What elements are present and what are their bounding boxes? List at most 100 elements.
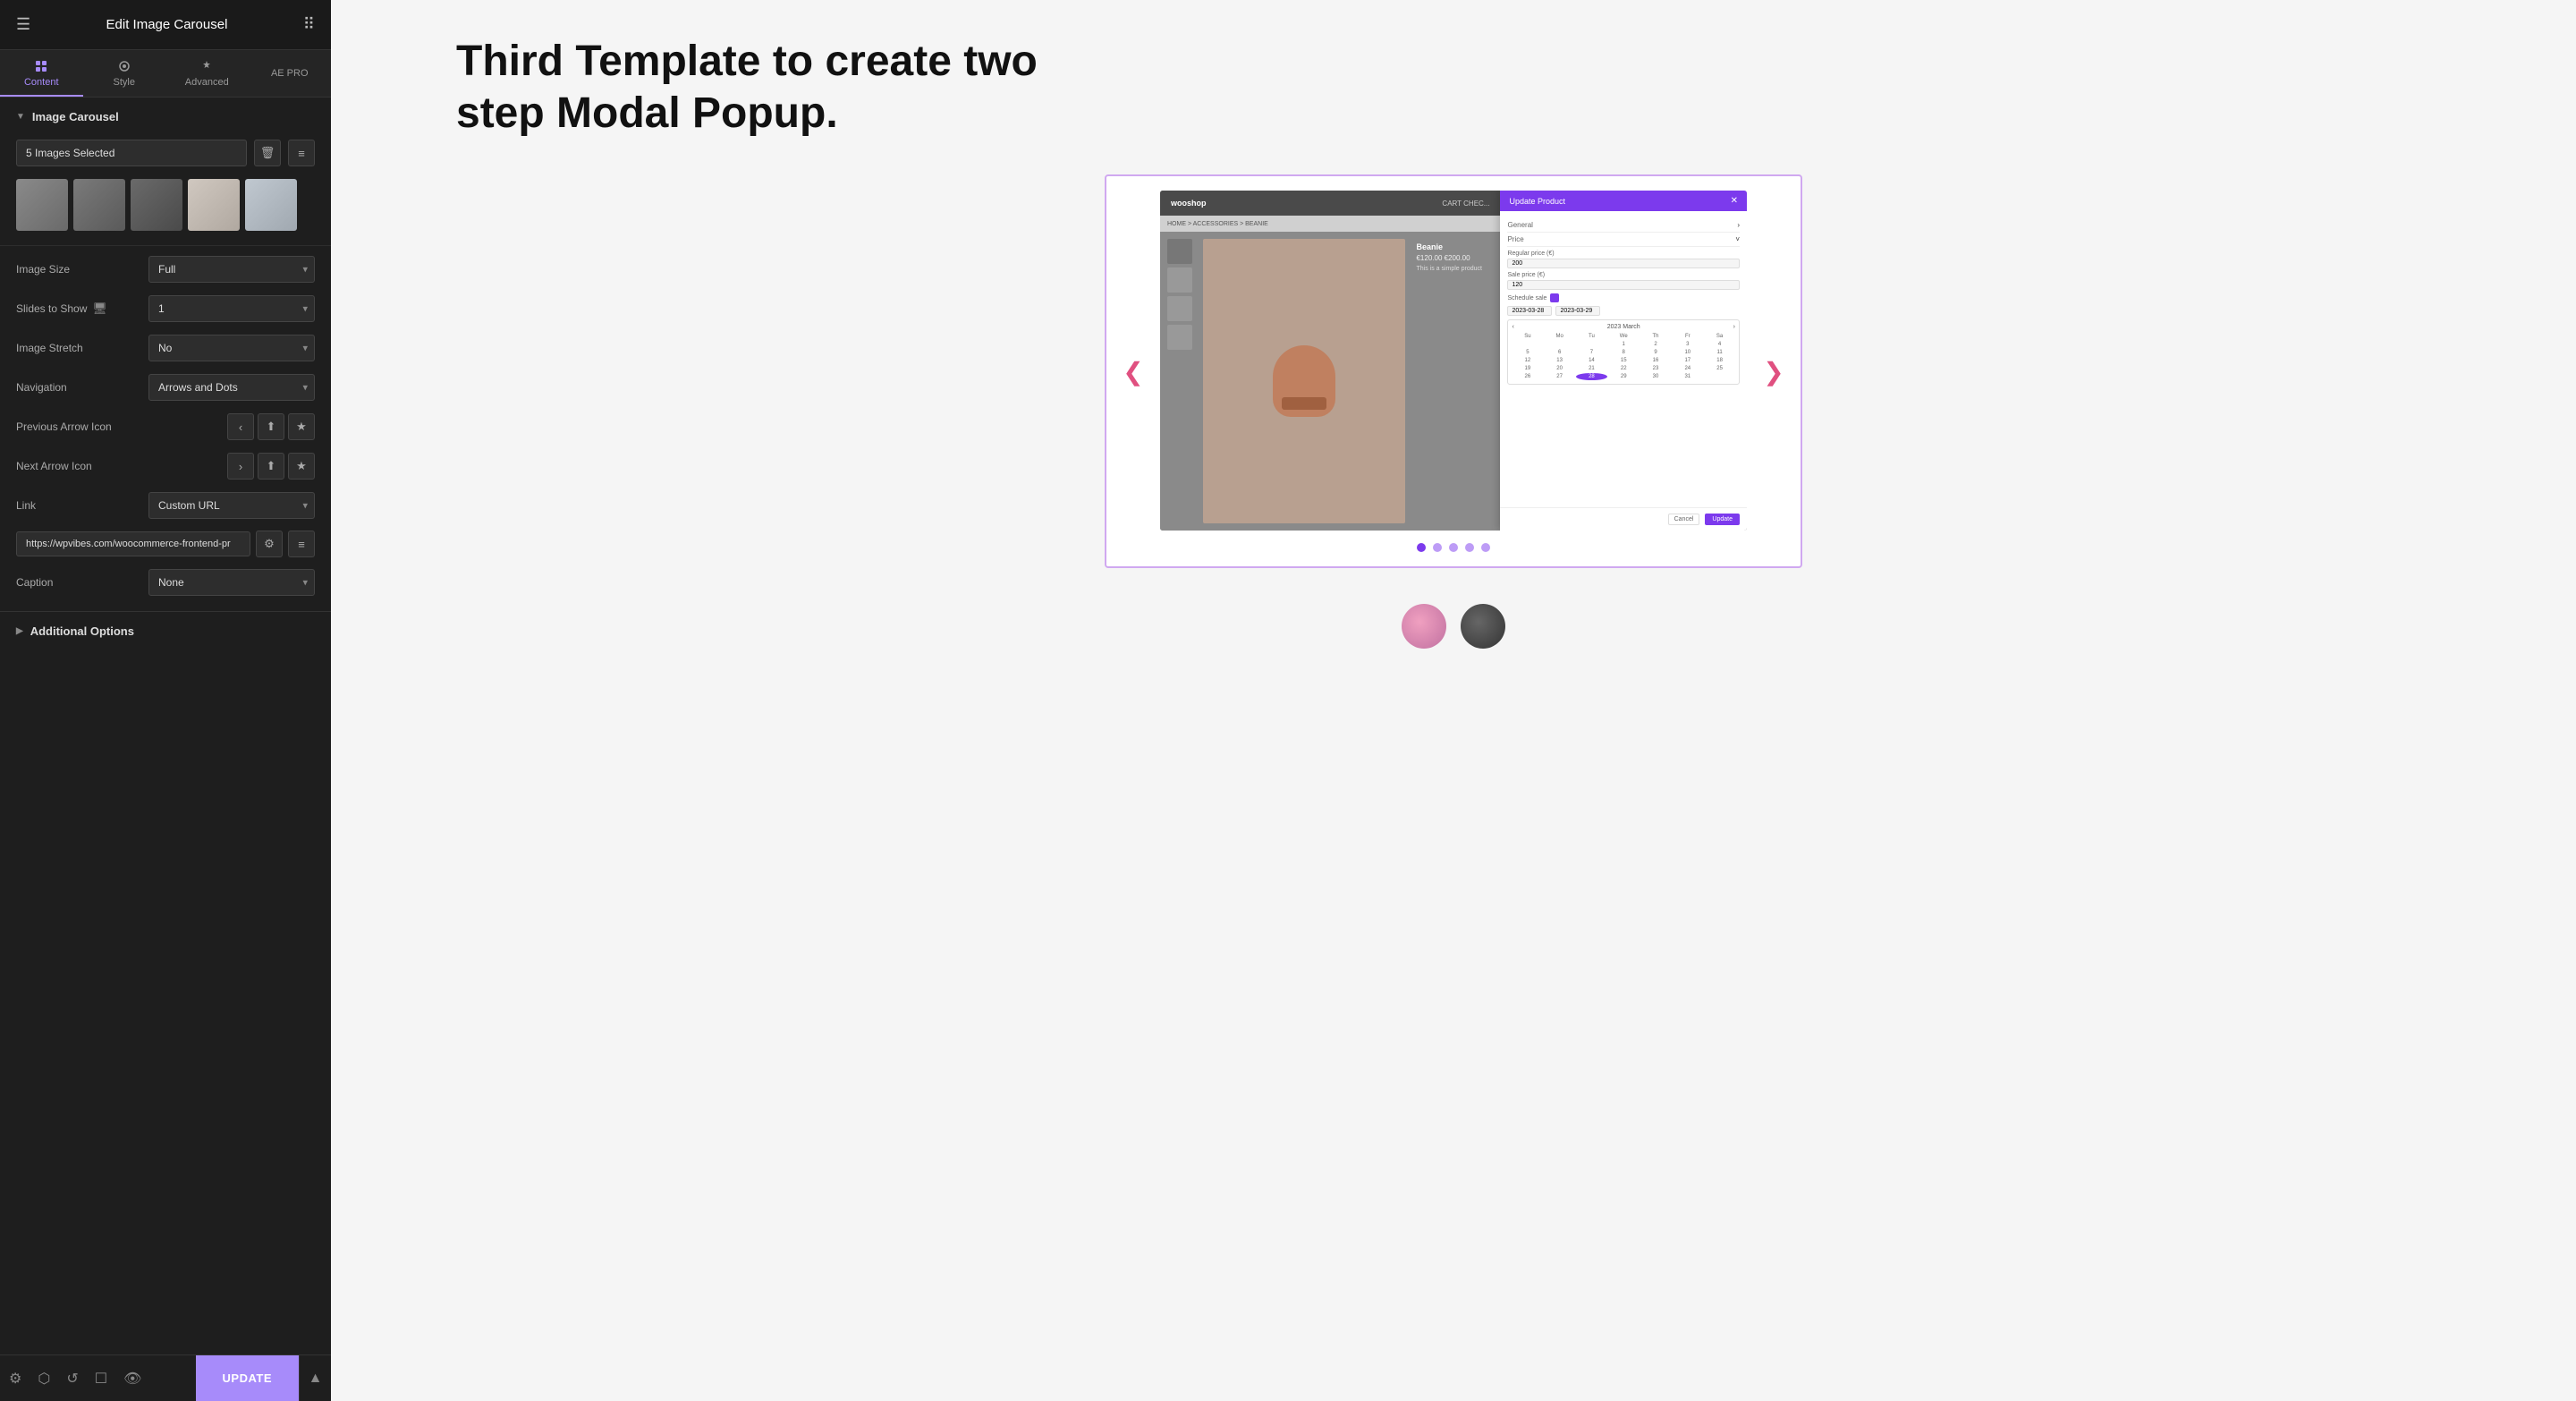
navigation-select-wrapper: Arrows and Dots Arrows Dots None [148,374,315,401]
link-select-wrapper: Custom URL None Media File [148,492,315,519]
settings-icon[interactable]: ⚙ [9,1370,21,1388]
carousel-dot-3[interactable] [1449,543,1458,552]
delete-images-button[interactable]: 🗑 [254,140,281,166]
prev-arrow-controls: ‹ ⬆ ★ [227,413,315,440]
calendar-grid: SuMoTuWeThFrSa 1234 567891011 1213141516… [1512,333,1735,380]
layers-icon[interactable]: ⬡ [38,1370,50,1388]
woo-thumb-3 [1167,296,1192,321]
bottom-icons: ⚙ ⬡ ↺ ☐ 👁 [0,1370,196,1388]
modal-cancel-button[interactable]: Cancel [1668,514,1700,525]
responsive-icon[interactable]: ☐ [95,1370,107,1388]
update-button[interactable]: UPDATE [196,1355,299,1401]
calendar-header: ‹ 2023 March › [1512,324,1735,330]
date-from-input[interactable] [1507,306,1552,316]
calendar-widget: ‹ 2023 March › SuMoTuWeThFrSa 1234 56789… [1507,319,1740,385]
carousel-next-arrow[interactable]: ❯ [1754,352,1793,391]
modal-price-arrow: ˅ [1735,235,1740,243]
tab-aepro[interactable]: AE PRO [249,50,332,97]
modal-price-row: Price ˅ [1507,233,1740,247]
carousel-dot-1[interactable] [1417,543,1426,552]
sale-price-label: Sale price (€) [1507,272,1740,278]
update-product-modal: Update Product ✕ General › Price ˅ [1500,191,1747,531]
image-size-select[interactable]: Full Large Medium Thumbnail [148,256,315,283]
update-collapse-button[interactable]: ▲ [299,1355,331,1401]
prev-arrow-label: Previous Arrow Icon [16,420,227,433]
woo-description: This is a simple product [1416,266,1489,272]
avatar-pink [1402,604,1446,649]
hamburger-icon[interactable]: ☰ [16,15,30,34]
modal-update-button[interactable]: Update [1705,514,1740,525]
carousel-dot-2[interactable] [1433,543,1442,552]
modal-header: Update Product ✕ [1500,191,1747,211]
date-range-row [1507,306,1740,316]
woo-breadcrumb: HOME > ACCESSORIES > BEANIE [1160,216,1500,232]
thumbnail-5[interactable] [245,179,297,231]
prev-arrow-library-button[interactable]: ★ [288,413,315,440]
sale-price-input[interactable] [1507,280,1740,290]
link-select[interactable]: Custom URL None Media File [148,492,315,519]
cal-next-button[interactable]: › [1733,324,1735,330]
thumbnail-2[interactable] [73,179,125,231]
prev-arrow-preview-button[interactable]: ‹ [227,413,254,440]
tab-style[interactable]: Style [83,50,166,97]
caption-select-wrapper: None Title Caption Description [148,569,315,596]
modal-close-button[interactable]: ✕ [1731,196,1738,206]
slides-to-show-label: Slides to Show 🖥 [16,301,141,316]
date-to-input[interactable] [1555,306,1600,316]
caption-row: Caption None Title Caption Description [0,563,331,602]
carousel-dot-5[interactable] [1481,543,1490,552]
reorder-images-button[interactable]: ≡ [288,140,315,166]
woo-thumbnails [1167,239,1196,523]
prev-arrow-row: Previous Arrow Icon ‹ ⬆ ★ [0,407,331,446]
tab-advanced[interactable]: Advanced [165,50,249,97]
caption-label: Caption [16,576,141,589]
monitor-icon: 🖥 [92,301,107,316]
woo-breadcrumb-text: HOME > ACCESSORIES > BEANIE [1167,221,1268,227]
tab-style-label: Style [114,77,135,88]
schedule-sale-checkbox[interactable] [1550,293,1559,302]
grid-icon[interactable]: ⠿ [303,15,315,34]
history-icon[interactable]: ↺ [66,1370,78,1388]
preview-icon[interactable]: 👁 [123,1370,141,1388]
thumbnail-1[interactable] [16,179,68,231]
thumbnail-3[interactable] [131,179,182,231]
woo-thumb-2 [1167,267,1192,293]
image-size-row: Image Size Full Large Medium Thumbnail [0,250,331,289]
url-settings-button[interactable]: ⚙ [256,531,283,557]
image-carousel-section-header[interactable]: ▼ Image Carousel [0,98,331,132]
thumbnail-4[interactable] [188,179,240,231]
modal-body: General › Price ˅ Regular price (€) Sale… [1500,211,1747,507]
carousel-dot-4[interactable] [1465,543,1474,552]
additional-options-header[interactable]: ▶ Additional Options [0,612,331,647]
additional-options-section: ▶ Additional Options [0,611,331,647]
image-stretch-label: Image Stretch [16,342,141,354]
next-arrow-preview-button[interactable]: › [227,453,254,480]
image-size-select-wrapper: Full Large Medium Thumbnail [148,256,315,283]
url-input[interactable] [16,531,250,556]
sidebar-bottom-bar: ⚙ ⬡ ↺ ☐ 👁 UPDATE ▲ [0,1354,331,1401]
next-arrow-upload-button[interactable]: ⬆ [258,453,284,480]
cal-prev-button[interactable]: ‹ [1512,324,1513,330]
next-arrow-label: Next Arrow Icon [16,460,227,472]
tab-content[interactable]: Content [0,50,83,97]
tab-content-label: Content [24,77,59,88]
link-label: Link [16,499,141,512]
woo-main-image [1203,239,1405,523]
woo-product-name: Beanie [1416,242,1489,251]
image-stretch-row: Image Stretch No Yes [0,328,331,368]
prev-arrow-upload-button[interactable]: ⬆ [258,413,284,440]
woo-header: wooshop CART CHEC... [1160,191,1500,216]
image-stretch-select[interactable]: No Yes [148,335,315,361]
next-arrow-library-button[interactable]: ★ [288,453,315,480]
next-arrow-row: Next Arrow Icon › ⬆ ★ [0,446,331,486]
regular-price-input[interactable] [1507,259,1740,268]
slides-to-show-select[interactable]: 1 2 3 4 [148,295,315,322]
caption-select[interactable]: None Title Caption Description [148,569,315,596]
image-stretch-select-wrapper: No Yes [148,335,315,361]
next-arrow-controls: › ⬆ ★ [227,453,315,480]
woo-price: €120.00 €200.00 [1416,254,1489,262]
url-dynamic-button[interactable]: ≡ [288,531,315,557]
woo-logo: wooshop [1171,199,1207,208]
navigation-select[interactable]: Arrows and Dots Arrows Dots None [148,374,315,401]
carousel-prev-arrow[interactable]: ❮ [1114,352,1153,391]
